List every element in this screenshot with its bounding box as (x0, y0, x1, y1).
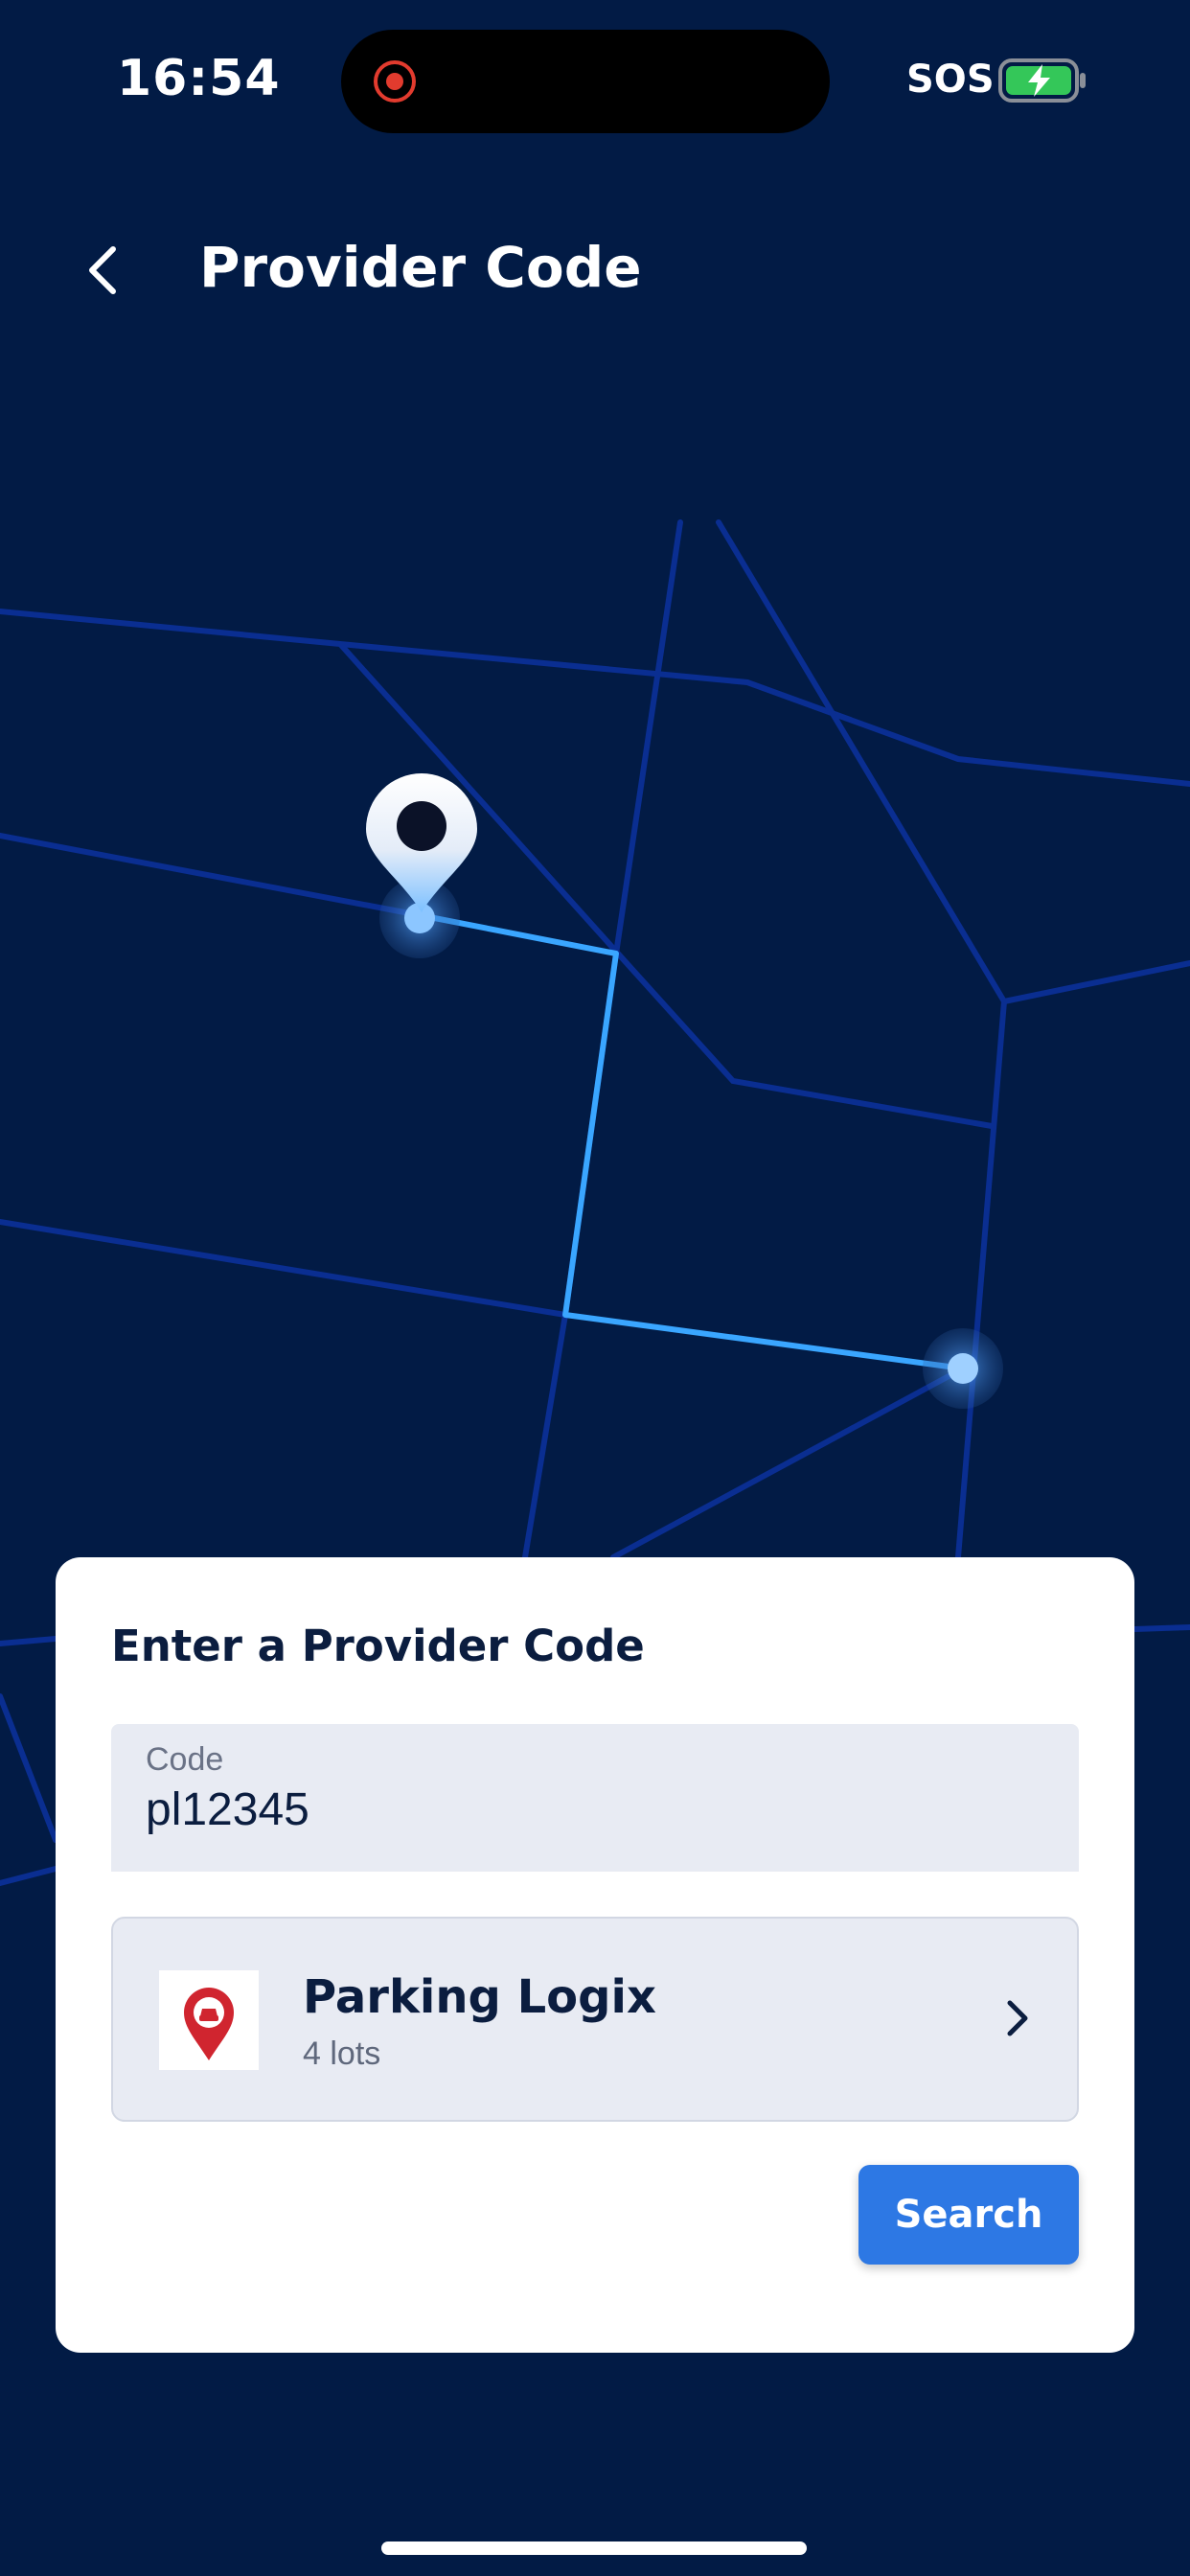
chevron-right-icon (1007, 2000, 1028, 2036)
parking-logo-icon (159, 1970, 259, 2070)
card-title: Enter a Provider Code (111, 1621, 645, 1671)
dynamic-island (341, 30, 830, 133)
map-pin-icon (366, 773, 477, 912)
status-sos: SOS (906, 58, 995, 102)
provider-lot-count: 4 lots (303, 2036, 381, 2072)
back-chevron-icon (89, 246, 116, 294)
code-field[interactable]: Code pl12345 (111, 1724, 1079, 1872)
provider-code-card: Enter a Provider Code Code pl12345 Parki… (56, 1557, 1134, 2353)
status-time: 16:54 (117, 50, 281, 107)
provider-result-item[interactable]: Parking Logix 4 lots (111, 1917, 1079, 2122)
provider-name: Parking Logix (303, 1970, 656, 2024)
code-field-value[interactable]: pl12345 (146, 1783, 309, 1836)
route-end-marker (923, 1328, 1003, 1409)
battery-charging-icon (998, 58, 1086, 103)
app-header: Provider Code (0, 211, 1190, 326)
search-button[interactable]: Search (858, 2165, 1079, 2265)
route-line (419, 912, 964, 1371)
page-title: Provider Code (199, 235, 642, 300)
home-indicator[interactable] (381, 2542, 807, 2555)
back-button[interactable] (77, 236, 130, 305)
code-field-label: Code (146, 1741, 224, 1778)
record-indicator-icon (374, 60, 416, 103)
status-bar: 16:54 SOS (0, 0, 1190, 163)
